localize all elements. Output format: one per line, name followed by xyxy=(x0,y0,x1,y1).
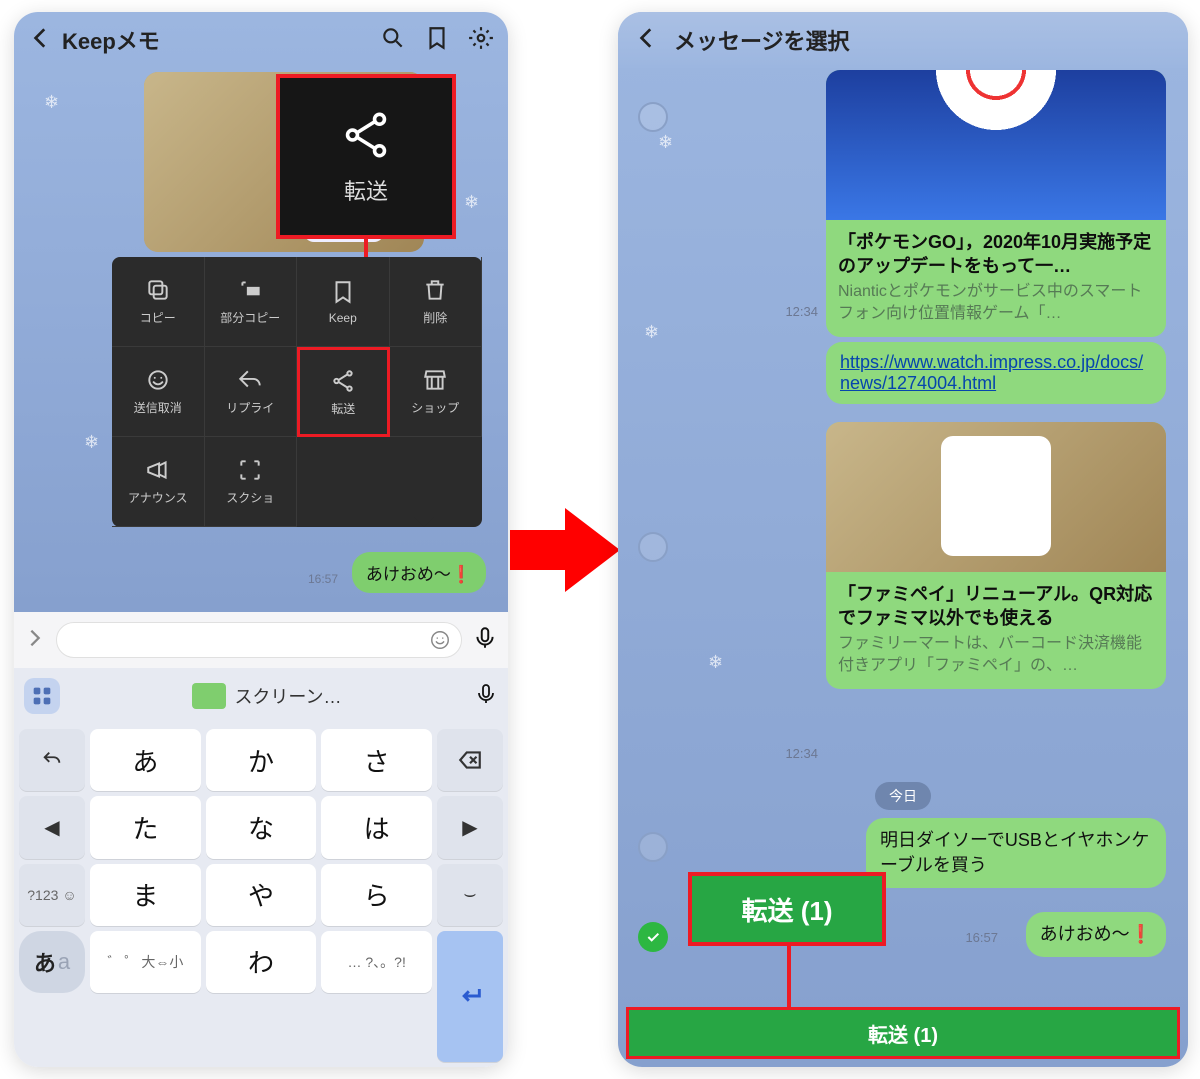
menu-delete[interactable]: 削除 xyxy=(390,257,483,347)
key-ma[interactable]: ま xyxy=(90,864,201,926)
chat-title: Keepメモ xyxy=(62,24,160,56)
menu-forward[interactable]: 転送 xyxy=(297,347,390,437)
card-image-2 xyxy=(826,422,1166,572)
menu-shop[interactable]: ショップ xyxy=(390,347,483,437)
menu-announce[interactable]: アナウンス xyxy=(112,437,205,527)
emoji-icon[interactable] xyxy=(429,629,451,651)
card-pokemon[interactable]: 「ポケモンGO」，2020年10月実施予定のアップデートをもって一… Niant… xyxy=(826,70,1166,337)
bookmark-icon[interactable] xyxy=(424,25,450,56)
card-image-1 xyxy=(826,70,1166,220)
forward-button[interactable]: 転送 (1) xyxy=(626,1007,1180,1059)
header-right: メッセージを選択 xyxy=(618,12,1188,68)
key-left[interactable]: ◀ xyxy=(19,796,85,858)
key-wa[interactable]: わ xyxy=(206,931,317,993)
input-bar xyxy=(14,612,508,668)
card1-title: 「ポケモンGO」，2020年10月実施予定のアップデートをもって一… xyxy=(826,220,1166,281)
time-card1: 12:34 xyxy=(785,304,818,319)
search-icon[interactable] xyxy=(380,25,406,56)
back-icon[interactable] xyxy=(28,25,54,56)
keyboard-suggestion[interactable]: スクリーン… xyxy=(70,683,464,709)
key-punct[interactable]: … ?、。?! xyxy=(321,931,432,993)
message-input[interactable] xyxy=(56,622,462,658)
key-ya[interactable]: や xyxy=(206,864,317,926)
phone-right: メッセージを選択 ❄ ❄ ❄ 「ポケモンGO」，2020年10月実施予定のアップ… xyxy=(618,12,1188,1067)
key-enter[interactable] xyxy=(437,931,503,1062)
bubble-usb[interactable]: 明日ダイソーでUSBとイヤホンケーブルを買う xyxy=(866,818,1166,888)
bubble-akeome-r[interactable]: あけおめ〜❗ xyxy=(1026,912,1166,957)
key-a[interactable]: あ xyxy=(90,729,201,791)
key-undo[interactable] xyxy=(19,729,85,791)
key-ha[interactable]: は xyxy=(321,796,432,858)
bubble-akeome[interactable]: あけおめ〜❗ xyxy=(352,552,486,593)
grid-apps-icon[interactable] xyxy=(24,678,60,714)
key-ra[interactable]: ら xyxy=(321,864,432,926)
key-language[interactable]: あa xyxy=(19,931,85,993)
expand-icon[interactable] xyxy=(24,627,46,654)
date-chip: 今日 xyxy=(875,782,931,810)
key-ka[interactable]: か xyxy=(206,729,317,791)
link-text[interactable]: https://www.watch.impress.co.jp/docs/new… xyxy=(840,352,1143,393)
menu-copy[interactable]: コピー xyxy=(112,257,205,347)
menu-partial-copy[interactable]: 部分コピー xyxy=(205,257,298,347)
gear-icon[interactable] xyxy=(468,25,494,56)
key-sa[interactable]: さ xyxy=(321,729,432,791)
select-ring-1[interactable] xyxy=(638,102,668,132)
key-right[interactable]: ▶ xyxy=(437,796,503,858)
key-space[interactable]: ⌣ xyxy=(437,864,503,926)
link-bubble[interactable]: https://www.watch.impress.co.jp/docs/new… xyxy=(826,342,1166,404)
card2-title: 「ファミペイ」リニューアル。QR対応でファミマ以外でも使える xyxy=(826,572,1166,633)
phone-left: Keepメモ ❄ ❄ ❄ 転送 コピー 部分 xyxy=(14,12,508,1067)
select-checked[interactable] xyxy=(638,922,668,952)
time-akeome-r: 16:57 xyxy=(965,930,998,945)
back-icon[interactable] xyxy=(634,25,660,56)
context-menu: コピー 部分コピー Keep 削除 送信取消 リプライ 転送 ショップ アナウン… xyxy=(112,257,482,527)
menu-keep[interactable]: Keep xyxy=(297,257,390,347)
key-symbols[interactable]: ?123 ☺ xyxy=(19,864,85,926)
callout-forward-label: 転送 xyxy=(344,174,388,206)
key-backspace[interactable] xyxy=(437,729,503,791)
header-left: Keepメモ xyxy=(14,12,508,68)
time-akeome: 16:57 xyxy=(308,572,338,586)
select-ring-3[interactable] xyxy=(638,832,668,862)
key-size[interactable]: ゛゜大⇔小 xyxy=(90,931,201,993)
card-famipay[interactable]: 「ファミペイ」リニューアル。QR対応でファミマ以外でも使える ファミリーマートは… xyxy=(826,422,1166,689)
select-ring-2[interactable] xyxy=(638,532,668,562)
keyboard-header: スクリーン… xyxy=(14,668,508,724)
keyboard: あ か さ ◀ た な は ▶ ?123 ☺ ま や ら ⌣ あa ゛゜大⇔小 … xyxy=(14,724,508,1067)
key-ta[interactable]: た xyxy=(90,796,201,858)
callout-forward-count: 転送 (1) xyxy=(688,872,886,946)
card1-desc: Nianticとポケモンがサービス中のスマートフォン向け位置情報ゲーム「… xyxy=(826,281,1166,338)
time-card2: 12:34 xyxy=(785,746,818,761)
callout-forward: 転送 xyxy=(276,74,456,239)
menu-reply[interactable]: リプライ xyxy=(205,347,298,437)
kb-mic-icon[interactable] xyxy=(474,682,498,711)
menu-unsend[interactable]: 送信取消 xyxy=(112,347,205,437)
select-title: メッセージを選択 xyxy=(674,24,850,56)
menu-screenshot[interactable]: スクショ xyxy=(205,437,298,527)
card2-desc: ファミリーマートは、バーコード決済機能付きアプリ「ファミペイ」の、… xyxy=(826,633,1166,690)
mic-icon[interactable] xyxy=(472,625,498,656)
key-na[interactable]: な xyxy=(206,796,317,858)
flow-arrow-icon xyxy=(510,500,620,600)
